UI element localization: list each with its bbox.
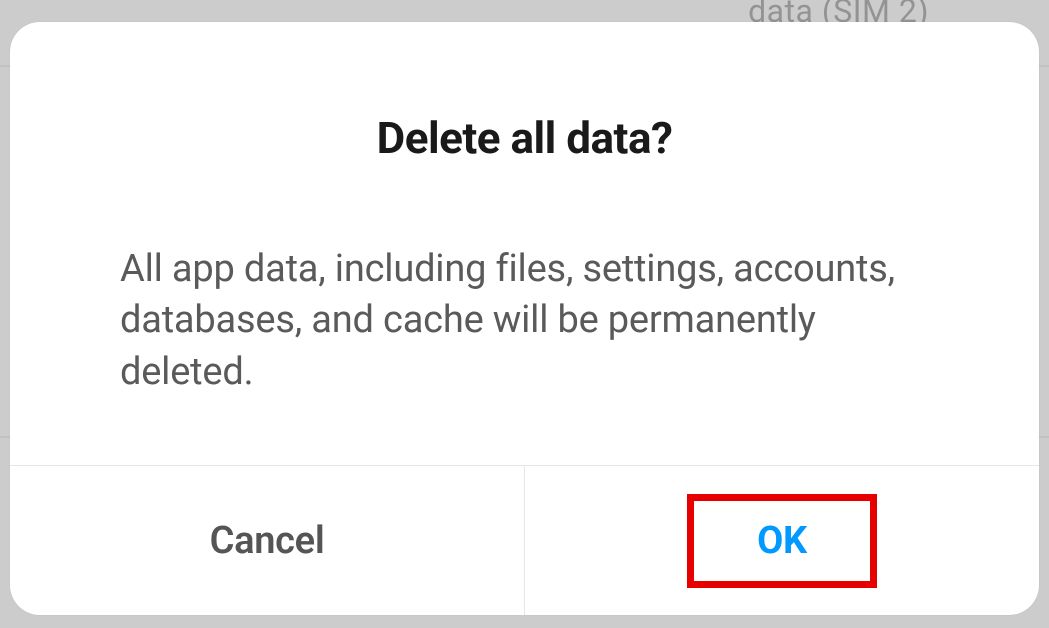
dialog-title: Delete all data? (120, 112, 929, 164)
ok-button-label: OK (757, 519, 807, 563)
cancel-button-label: Cancel (210, 519, 325, 563)
cancel-button[interactable]: Cancel (10, 466, 525, 615)
dialog-actions: Cancel OK (10, 465, 1039, 615)
ok-button[interactable]: OK (525, 466, 1039, 615)
dialog-body-text: All app data, including files, settings,… (120, 244, 929, 398)
dialog-content: Delete all data? All app data, including… (10, 22, 1039, 465)
confirmation-dialog: Delete all data? All app data, including… (10, 22, 1039, 615)
